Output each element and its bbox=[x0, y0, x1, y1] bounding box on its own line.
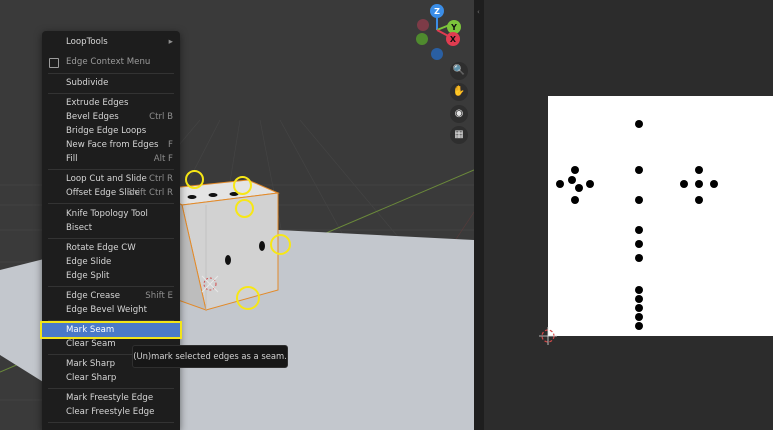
menu-icon bbox=[49, 58, 59, 68]
camera-icon[interactable]: ◉ bbox=[450, 105, 468, 123]
menu-item-offset-edge-slide[interactable]: Offset Edge Slide Shift Ctrl R bbox=[42, 186, 180, 200]
menu-item-edge-bevel-weight[interactable]: Edge Bevel Weight bbox=[42, 303, 180, 317]
menu-item-bevel-edges[interactable]: Bevel Edges Ctrl B bbox=[42, 110, 180, 124]
menu-item-loop-cut[interactable]: Loop Cut and Slide Ctrl R bbox=[42, 172, 180, 186]
hand-pan-icon[interactable]: ✋ bbox=[450, 83, 468, 101]
menu-item-looptools[interactable]: LoopTools ▸ bbox=[42, 35, 180, 49]
grid-icon[interactable]: ▦ bbox=[450, 126, 468, 144]
menu-item-clear-sharp[interactable]: Clear Sharp bbox=[42, 371, 180, 385]
mark-seam-tooltip: (Un)mark selected edges as a seam. bbox=[132, 345, 288, 368]
annotation-circle bbox=[235, 199, 254, 218]
uv-image-canvas[interactable] bbox=[548, 96, 773, 336]
menu-item-knife[interactable]: Knife Topology Tool bbox=[42, 207, 180, 221]
edge-context-menu: LoopTools ▸ Edge Context Menu Subdivide E… bbox=[40, 31, 182, 430]
annotation-circle bbox=[233, 176, 252, 195]
editor-divider[interactable]: ‹ bbox=[474, 0, 484, 430]
menu-item-new-face[interactable]: New Face from Edges F bbox=[42, 138, 180, 152]
menu-item-bisect[interactable]: Bisect bbox=[42, 221, 180, 235]
gizmo-y-label: Y bbox=[450, 23, 457, 32]
annotation-circle bbox=[185, 170, 204, 189]
menu-item-subdivide[interactable]: Subdivide bbox=[42, 76, 180, 90]
gizmo-x-label: X bbox=[450, 35, 457, 44]
menu-item-fill[interactable]: Fill Alt F bbox=[42, 152, 180, 166]
menu-item-edge-split[interactable]: Edge Split bbox=[42, 269, 180, 283]
menu-header: Edge Context Menu bbox=[42, 55, 180, 69]
uv-editor[interactable] bbox=[484, 0, 773, 430]
gizmo-z-label: Z bbox=[434, 7, 440, 16]
3d-viewport[interactable]: Z Y X 🔍 ✋ ◉ ▦ LoopTools ▸ Edge Context Me… bbox=[0, 0, 474, 430]
collapse-arrow-icon[interactable]: ‹ bbox=[477, 8, 480, 16]
menu-item-clear-freestyle-edge[interactable]: Clear Freestyle Edge bbox=[42, 405, 180, 419]
menu-item-edge-crease[interactable]: Edge Crease Shift E bbox=[42, 289, 180, 303]
annotation-circle bbox=[270, 234, 291, 255]
navigation-gizmo[interactable]: Z Y X bbox=[412, 2, 472, 64]
menu-item-mark-freestyle-edge[interactable]: Mark Freestyle Edge bbox=[42, 391, 180, 405]
zoom-icon[interactable]: 🔍 bbox=[450, 62, 468, 80]
menu-item-extrude-edges[interactable]: Extrude Edges bbox=[42, 96, 180, 110]
menu-item-edge-slide[interactable]: Edge Slide bbox=[42, 255, 180, 269]
annotation-circle bbox=[236, 286, 260, 310]
menu-item-mark-seam[interactable]: Mark Seam bbox=[40, 321, 182, 339]
menu-item-rotate-edge[interactable]: Rotate Edge CW bbox=[42, 241, 180, 255]
2d-cursor-icon[interactable] bbox=[538, 326, 558, 346]
menu-item-bridge-edge-loops[interactable]: Bridge Edge Loops bbox=[42, 124, 180, 138]
